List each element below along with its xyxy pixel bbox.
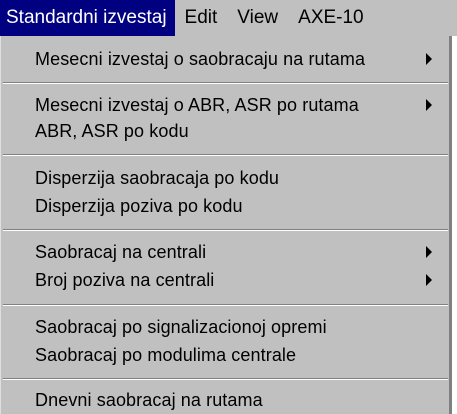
menu-axe-10[interactable]: AXE-10 (288, 0, 373, 36)
menu-item-label: Dnevni saobracaj na rutama (35, 389, 263, 410)
menu-item-dnevni-saobracaj-rute[interactable]: Dnevni saobracaj na rutama (1, 383, 450, 414)
menu-item-mesecni-izvestaj-saobracaj-rute[interactable]: Mesecni izvestaj o saobracaju na rutama (1, 42, 450, 76)
menu-item-label: Disperzija saobracaja po kodu (35, 167, 280, 188)
standardni-izvestaj-dropdown: Mesecni izvestaj o saobracaju na rutama … (0, 36, 452, 414)
submenu-arrow-icon (426, 246, 432, 258)
menu-separator (3, 229, 448, 231)
menu-item-saobracaj-moduli-centrale[interactable]: Saobracaj po modulima centrale (1, 338, 450, 372)
menu-separator (3, 154, 448, 156)
menu-item-label: Saobracaj na centrali (35, 241, 207, 262)
menu-edit[interactable]: Edit (175, 0, 228, 36)
menu-item-label: Broj poziva na centrali (35, 269, 215, 290)
menu-separator (3, 82, 448, 84)
menu-bar: Standardni izvestaj Edit View AXE-10 (0, 0, 457, 36)
menu-separator (3, 378, 448, 380)
menu-item-disperzija-poziva[interactable]: Disperzija poziva po kodu (1, 189, 450, 223)
menu-item-label: Disperzija poziva po kodu (35, 195, 243, 216)
menu-item-label: Saobracaj po modulima centrale (35, 344, 297, 365)
menu-item-abr-asr-po-kodu[interactable]: ABR, ASR po kodu (1, 114, 450, 148)
menu-item-label: Mesecni izvestaj o ABR, ASR po rutama (35, 94, 359, 115)
menu-view[interactable]: View (227, 0, 288, 36)
submenu-arrow-icon (426, 99, 432, 111)
menu-separator (3, 304, 448, 306)
menu-standardni-izvestaj[interactable]: Standardni izvestaj (0, 0, 175, 36)
submenu-arrow-icon (426, 274, 432, 286)
menu-item-broj-poziva-na-centrali[interactable]: Broj poziva na centrali (1, 263, 450, 297)
submenu-arrow-icon (426, 53, 432, 65)
application-screen: Standardni izvestaj Edit View AXE-10 Mes… (0, 0, 457, 414)
menu-item-label: Mesecni izvestaj o saobracaju na rutama (35, 48, 366, 69)
menu-item-label: Saobracaj po signalizacionoj opremi (35, 316, 327, 337)
menu-item-label: ABR, ASR po kodu (35, 120, 189, 141)
